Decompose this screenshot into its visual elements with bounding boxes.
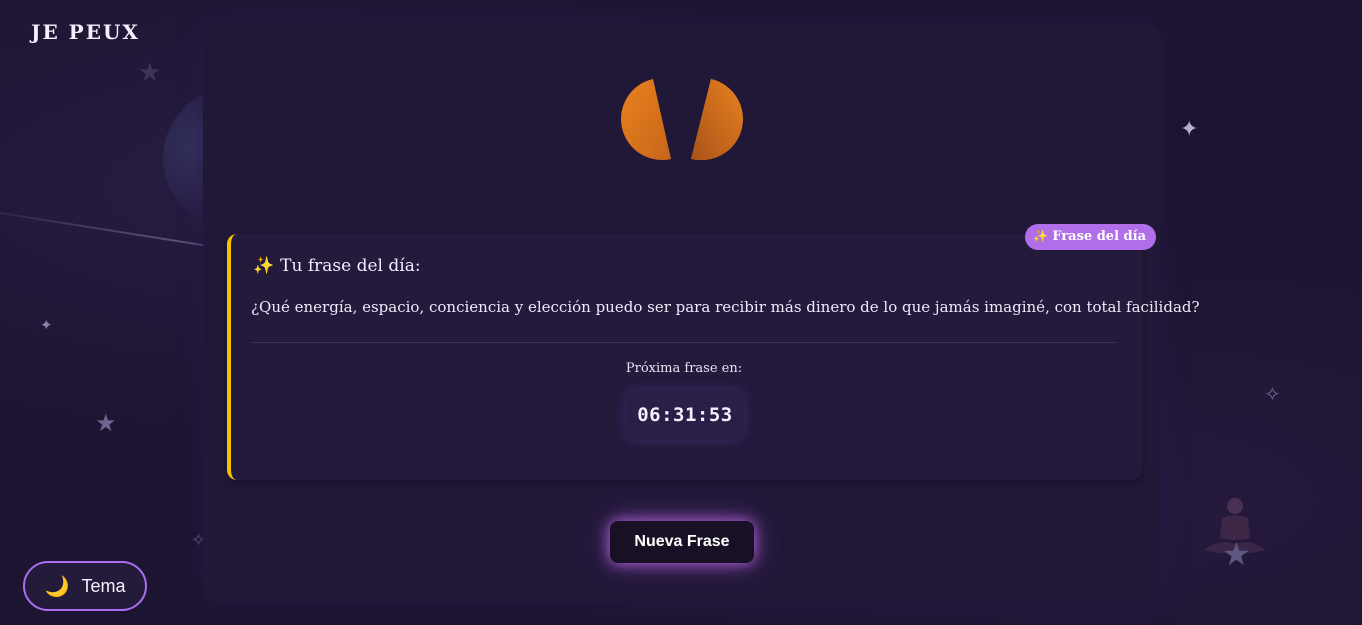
sparkle-outline-icon: ✧ (1264, 382, 1281, 406)
shooting-star-decoration (0, 212, 213, 248)
quote-title: ✨ Tu frase del día: (253, 256, 421, 276)
new-quote-button[interactable]: Nueva Frase (610, 521, 754, 563)
quote-title-text: Tu frase del día: (280, 256, 421, 276)
sparkles-icon: ✨ (253, 256, 275, 276)
main-card: ✨ Frase del día ✨ Tu frase del día: ¿Qué e… (203, 24, 1200, 603)
sparkles-icon: ✨ (1033, 229, 1049, 243)
sparkle-icon: ✦ (40, 316, 53, 334)
badge-label: Frase del día (1052, 229, 1146, 244)
next-quote-label: Próxima frase en: (625, 361, 743, 376)
sparkle-icon: ✦ (1180, 117, 1199, 142)
theme-toggle-button[interactable]: 🌙 Tema (23, 561, 147, 611)
theme-label: Tema (81, 575, 126, 596)
quote-text: ¿Qué energía, espacio, conciencia y elec… (251, 298, 1200, 316)
star-icon: ★ (1222, 535, 1251, 573)
star-icon: ★ (95, 409, 117, 437)
divider (251, 342, 1117, 343)
daily-quote-card: ✨ Frase del día ✨ Tu frase del día: ¿Qué e… (227, 224, 1200, 480)
moon-icon: 🌙 (44, 574, 70, 598)
daily-quote-badge: ✨ Frase del día (1025, 224, 1156, 250)
star-icon: ★ (138, 58, 162, 88)
app-page: ★ ✦ ✦ ★ ✧ ✦ ✧ ★ JE PEUX (0, 0, 1362, 625)
brand-logo-text: JE PEUX (31, 20, 140, 44)
countdown-timer: 06:31:53 (626, 390, 744, 440)
brand-logo-icon (621, 79, 743, 160)
